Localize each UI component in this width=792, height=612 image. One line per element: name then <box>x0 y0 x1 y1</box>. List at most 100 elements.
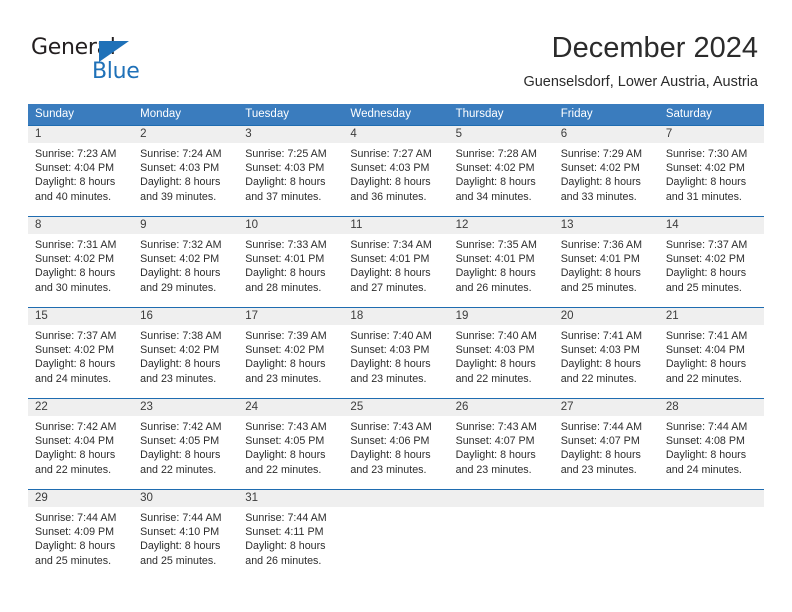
day-cell[interactable]: 15 Sunrise: 7:37 AM Sunset: 4:02 PM Dayl… <box>28 308 134 397</box>
day-details: Sunrise: 7:34 AM Sunset: 4:01 PM Dayligh… <box>343 234 448 295</box>
day-cell[interactable]: 14 Sunrise: 7:37 AM Sunset: 4:02 PM Dayl… <box>658 217 764 306</box>
sunrise-text: Sunrise: 7:24 AM <box>140 148 222 160</box>
day-details: Sunrise: 7:27 AM Sunset: 4:03 PM Dayligh… <box>343 143 448 204</box>
day-number-band: 10 <box>238 217 344 234</box>
day-cell[interactable]: 9 Sunrise: 7:32 AM Sunset: 4:02 PM Dayli… <box>133 217 239 306</box>
day-cell[interactable]: 24 Sunrise: 7:43 AM Sunset: 4:05 PM Dayl… <box>238 399 344 488</box>
day-cell[interactable]: 4 Sunrise: 7:27 AM Sunset: 4:03 PM Dayli… <box>343 126 449 215</box>
day-cell[interactable]: 2 Sunrise: 7:24 AM Sunset: 4:03 PM Dayli… <box>133 126 239 215</box>
day-cell[interactable]: 26 Sunrise: 7:43 AM Sunset: 4:07 PM Dayl… <box>448 399 554 488</box>
daylight-text-line1: Daylight: 8 hours <box>455 176 536 189</box>
day-details: Sunrise: 7:44 AM Sunset: 4:10 PM Dayligh… <box>133 507 238 568</box>
day-details: Sunrise: 7:44 AM Sunset: 4:07 PM Dayligh… <box>554 416 659 477</box>
sunset-text: Sunset: 4:02 PM <box>35 344 115 357</box>
sunrise-text: Sunrise: 7:38 AM <box>140 330 222 342</box>
daylight-text-line1: Daylight: 8 hours <box>140 176 221 189</box>
daylight-text-line1: Daylight: 8 hours <box>140 358 221 371</box>
day-cell[interactable]: 1 Sunrise: 7:23 AM Sunset: 4:04 PM Dayli… <box>28 126 134 215</box>
calendar-page: General Blue December 2024 Guenselsdorf,… <box>0 0 792 612</box>
sunset-text: Sunset: 4:01 PM <box>560 253 640 266</box>
day-number-band: 20 <box>553 308 659 325</box>
daylight-text-line2: and 24 minutes. <box>35 372 112 385</box>
day-number: 24 <box>245 401 259 413</box>
day-number-band: 28 <box>658 399 764 416</box>
sunset-text: Sunset: 4:01 PM <box>455 253 535 266</box>
day-cell[interactable]: 23 Sunrise: 7:42 AM Sunset: 4:05 PM Dayl… <box>133 399 239 488</box>
calendar-week-row: 8 Sunrise: 7:31 AM Sunset: 4:02 PM Dayli… <box>28 216 764 307</box>
sunset-text: Sunset: 4:05 PM <box>245 435 325 448</box>
sunset-text: Sunset: 4:02 PM <box>245 344 325 357</box>
day-cell[interactable]: 13 Sunrise: 7:36 AM Sunset: 4:01 PM Dayl… <box>553 217 659 306</box>
day-cell[interactable]: 10 Sunrise: 7:33 AM Sunset: 4:01 PM Dayl… <box>238 217 344 306</box>
day-cell[interactable]: 28 Sunrise: 7:44 AM Sunset: 4:08 PM Dayl… <box>658 399 764 488</box>
daylight-text-line2: and 23 minutes. <box>245 372 322 385</box>
day-details: Sunrise: 7:38 AM Sunset: 4:02 PM Dayligh… <box>133 325 238 386</box>
daylight-text-line2: and 23 minutes. <box>350 463 427 476</box>
day-number: 23 <box>140 401 153 413</box>
day-cell[interactable]: 3 Sunrise: 7:25 AM Sunset: 4:03 PM Dayli… <box>238 126 344 215</box>
day-cell[interactable]: 5 Sunrise: 7:28 AM Sunset: 4:02 PM Dayli… <box>448 126 554 215</box>
day-number: 17 <box>245 310 259 322</box>
general-blue-logo[interactable]: General Blue <box>31 36 171 84</box>
daylight-text-line2: and 30 minutes. <box>35 281 112 294</box>
day-cell[interactable]: 21 Sunrise: 7:41 AM Sunset: 4:04 PM Dayl… <box>658 308 764 397</box>
sunset-text: Sunset: 4:02 PM <box>140 344 220 357</box>
day-number: 19 <box>455 310 469 322</box>
day-cell[interactable]: 12 Sunrise: 7:35 AM Sunset: 4:01 PM Dayl… <box>448 217 554 306</box>
sunrise-text: Sunrise: 7:40 AM <box>455 330 537 342</box>
day-details: Sunrise: 7:40 AM Sunset: 4:03 PM Dayligh… <box>449 325 554 386</box>
day-cell[interactable]: 16 Sunrise: 7:38 AM Sunset: 4:02 PM Dayl… <box>133 308 239 397</box>
day-number-band: 5 <box>448 126 554 143</box>
sunset-text: Sunset: 4:09 PM <box>35 526 115 539</box>
daylight-text-line1: Daylight: 8 hours <box>245 540 326 553</box>
sunrise-text: Sunrise: 7:29 AM <box>560 148 643 160</box>
day-cell[interactable]: 30 Sunrise: 7:44 AM Sunset: 4:10 PM Dayl… <box>133 490 239 575</box>
weekday-header-saturday: Saturday <box>665 108 712 120</box>
day-cell-empty <box>658 490 764 575</box>
day-cell[interactable]: 22 Sunrise: 7:42 AM Sunset: 4:04 PM Dayl… <box>28 399 134 488</box>
day-number-band: 16 <box>133 308 239 325</box>
day-cell[interactable]: 29 Sunrise: 7:44 AM Sunset: 4:09 PM Dayl… <box>28 490 134 575</box>
day-details: Sunrise: 7:32 AM Sunset: 4:02 PM Dayligh… <box>133 234 238 295</box>
sunrise-text: Sunrise: 7:36 AM <box>560 239 643 251</box>
day-cell[interactable]: 17 Sunrise: 7:39 AM Sunset: 4:02 PM Dayl… <box>238 308 344 397</box>
daylight-text-line1: Daylight: 8 hours <box>455 358 536 371</box>
sunrise-text: Sunrise: 7:25 AM <box>245 148 327 160</box>
day-number-band <box>658 490 764 507</box>
day-cell[interactable]: 7 Sunrise: 7:30 AM Sunset: 4:02 PM Dayli… <box>658 126 764 215</box>
day-cell[interactable]: 25 Sunrise: 7:43 AM Sunset: 4:06 PM Dayl… <box>343 399 449 488</box>
daylight-text-line2: and 40 minutes. <box>35 190 112 203</box>
day-cell[interactable]: 11 Sunrise: 7:34 AM Sunset: 4:01 PM Dayl… <box>343 217 449 306</box>
day-number-band <box>343 490 449 507</box>
daylight-text-line2: and 25 minutes. <box>35 554 112 567</box>
day-details: Sunrise: 7:23 AM Sunset: 4:04 PM Dayligh… <box>28 143 133 204</box>
daylight-text-line2: and 25 minutes. <box>665 281 742 294</box>
day-number-band: 23 <box>133 399 239 416</box>
day-cell-empty <box>343 490 449 575</box>
day-number: 7 <box>665 128 673 140</box>
day-cell[interactable]: 19 Sunrise: 7:40 AM Sunset: 4:03 PM Dayl… <box>448 308 554 397</box>
daylight-text-line1: Daylight: 8 hours <box>140 540 221 553</box>
daylight-text-line2: and 24 minutes. <box>665 463 742 476</box>
day-number-band: 2 <box>133 126 239 143</box>
day-number: 14 <box>665 219 679 231</box>
sunrise-text: Sunrise: 7:44 AM <box>35 512 117 524</box>
day-cell[interactable]: 8 Sunrise: 7:31 AM Sunset: 4:02 PM Dayli… <box>28 217 134 306</box>
day-cell[interactable]: 27 Sunrise: 7:44 AM Sunset: 4:07 PM Dayl… <box>553 399 659 488</box>
daylight-text-line1: Daylight: 8 hours <box>560 176 641 189</box>
daylight-text-line2: and 26 minutes. <box>245 554 322 567</box>
day-details: Sunrise: 7:25 AM Sunset: 4:03 PM Dayligh… <box>238 143 343 204</box>
day-cell[interactable]: 20 Sunrise: 7:41 AM Sunset: 4:03 PM Dayl… <box>553 308 659 397</box>
daylight-text-line1: Daylight: 8 hours <box>245 176 326 189</box>
daylight-text-line2: and 23 minutes. <box>455 463 532 476</box>
daylight-text-line1: Daylight: 8 hours <box>560 358 641 371</box>
daylight-text-line1: Daylight: 8 hours <box>665 358 747 371</box>
day-number: 22 <box>35 401 48 413</box>
day-number: 4 <box>350 128 357 140</box>
sunset-text: Sunset: 4:04 PM <box>35 435 115 448</box>
day-details: Sunrise: 7:44 AM Sunset: 4:08 PM Dayligh… <box>659 416 764 477</box>
day-cell[interactable]: 31 Sunrise: 7:44 AM Sunset: 4:11 PM Dayl… <box>238 490 344 575</box>
day-number: 8 <box>35 219 42 231</box>
day-cell[interactable]: 18 Sunrise: 7:40 AM Sunset: 4:03 PM Dayl… <box>343 308 449 397</box>
day-cell[interactable]: 6 Sunrise: 7:29 AM Sunset: 4:02 PM Dayli… <box>553 126 659 215</box>
